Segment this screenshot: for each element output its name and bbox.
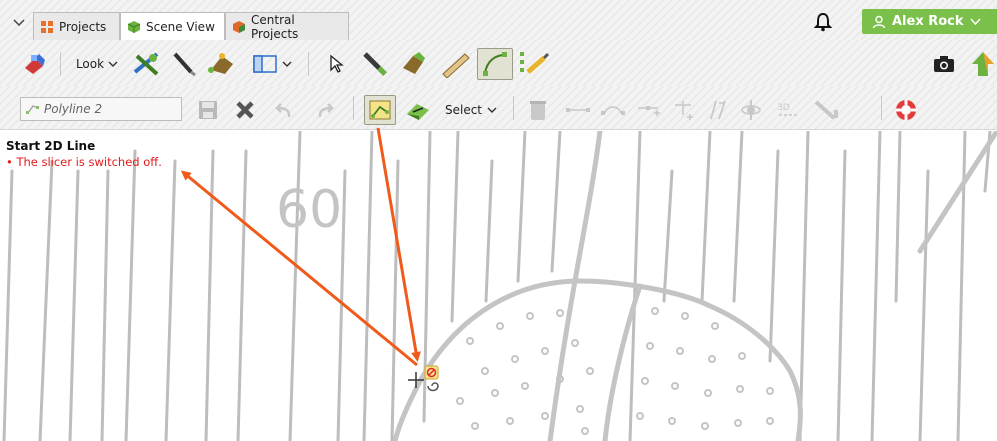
slice-button[interactable]	[360, 50, 390, 78]
chevron-down-icon	[13, 19, 25, 27]
view-toolbar: Look	[0, 40, 997, 86]
tools-button[interactable]	[130, 50, 164, 78]
section-button[interactable]	[398, 50, 428, 78]
layout-dropdown[interactable]	[248, 52, 296, 76]
erase-button[interactable]	[20, 52, 48, 76]
select-label: Select	[444, 103, 483, 117]
polyline-name-placeholder: Polyline 2	[44, 102, 103, 116]
grid-icon	[40, 20, 54, 34]
tab-bar: Projects Scene View Central Projects Ale…	[0, 0, 997, 41]
draw-line-button[interactable]	[168, 50, 200, 78]
slicer-icon	[363, 52, 387, 76]
tab-projects[interactable]: Projects	[33, 12, 120, 40]
help-button[interactable]	[893, 97, 919, 123]
tab-scene-view[interactable]: Scene View	[120, 12, 225, 41]
chevron-down-icon	[487, 107, 497, 113]
pencil-points-icon	[520, 52, 550, 74]
slicer-tool-button[interactable]	[812, 97, 842, 123]
contour-label: 60	[276, 180, 342, 240]
user-menu-button[interactable]: Alex Rock	[862, 9, 997, 34]
user-icon	[872, 15, 886, 28]
toolbar-separator	[353, 96, 354, 120]
chevron-down-icon	[108, 61, 118, 67]
trash-icon	[530, 101, 546, 120]
polyline-icon	[483, 52, 507, 76]
user-name: Alex Rock	[892, 14, 964, 29]
hint-title: Start 2D Line	[6, 139, 96, 153]
tab-list-dropdown[interactable]	[10, 10, 28, 36]
add-vertical-icon	[675, 101, 693, 120]
tools-icon	[133, 52, 159, 76]
screenshot-button[interactable]	[932, 52, 956, 76]
undo-icon	[275, 103, 291, 118]
rotate-button[interactable]	[738, 97, 764, 123]
svg-text:3D: 3D	[777, 103, 790, 113]
section-icon	[403, 52, 425, 74]
cancel-button[interactable]	[233, 98, 257, 122]
toolbar-separator	[513, 96, 514, 120]
ruler-icon	[442, 53, 470, 78]
tab-label: Central Projects	[251, 12, 299, 41]
rotate-icon	[741, 100, 761, 120]
points-button[interactable]	[206, 50, 238, 78]
insert-point-icon	[638, 106, 660, 116]
3d-icon: 3D	[777, 103, 799, 116]
pen-icon	[173, 52, 196, 77]
notifications-bell-icon[interactable]	[813, 12, 833, 32]
split-icon	[710, 100, 726, 120]
points-icon	[208, 53, 233, 74]
surface-draw-icon	[407, 104, 429, 120]
undo-button[interactable]	[272, 98, 296, 122]
close-icon	[236, 101, 254, 119]
select-cursor-button[interactable]	[326, 52, 348, 76]
save-icon	[199, 101, 217, 119]
cube-orange-icon	[232, 20, 246, 34]
cube-icon	[127, 20, 141, 34]
edit-points-button[interactable]	[517, 50, 551, 78]
look-dropdown[interactable]: Look	[70, 52, 124, 76]
start-2d-line-button[interactable]	[364, 95, 396, 125]
join-points-icon	[566, 108, 590, 112]
toolbar-separator	[308, 52, 309, 76]
tab-label: Projects	[59, 19, 107, 34]
measure-button[interactable]	[438, 50, 472, 78]
layout-icon	[252, 55, 277, 73]
split-button[interactable]	[706, 98, 730, 122]
look-label: Look	[75, 57, 105, 71]
select-dropdown[interactable]: Select	[442, 98, 500, 122]
toolbar-separator	[881, 96, 882, 120]
upload-button[interactable]	[970, 50, 996, 78]
upload-icon	[972, 52, 994, 76]
add-vertical-button[interactable]	[672, 98, 696, 122]
geology-map-image: 60	[2, 131, 997, 441]
chevron-down-icon	[969, 17, 981, 25]
tab-label: Scene View	[146, 20, 215, 34]
3d-button[interactable]: 3D	[775, 98, 803, 122]
scene-viewport[interactable]: 60	[0, 131, 997, 441]
curve-icon	[601, 106, 625, 115]
lifebuoy-icon	[896, 100, 916, 120]
redo-icon	[318, 103, 334, 118]
draw-2d-line-icon	[369, 100, 391, 120]
hint-message: • The slicer is switched off.	[6, 155, 162, 169]
draw-on-surface-button[interactable]	[404, 97, 432, 123]
camera-icon	[934, 56, 954, 72]
cursor-icon	[330, 54, 344, 73]
redo-button[interactable]	[313, 98, 337, 122]
tab-central-projects[interactable]: Central Projects	[225, 12, 349, 41]
delete-button[interactable]	[526, 97, 550, 123]
insert-point-button[interactable]	[636, 100, 662, 120]
chevron-down-icon	[282, 61, 291, 67]
toolbar-separator	[60, 52, 61, 76]
curve-button[interactable]	[600, 100, 626, 120]
polyline-small-icon	[26, 105, 39, 114]
draw-polyline-button[interactable]	[477, 48, 513, 80]
polyline-name-field[interactable]: Polyline 2	[20, 97, 182, 121]
save-button[interactable]	[196, 98, 220, 122]
join-button[interactable]	[565, 100, 591, 120]
slicer-disabled-icon	[814, 100, 838, 120]
eraser-icon	[25, 54, 45, 74]
